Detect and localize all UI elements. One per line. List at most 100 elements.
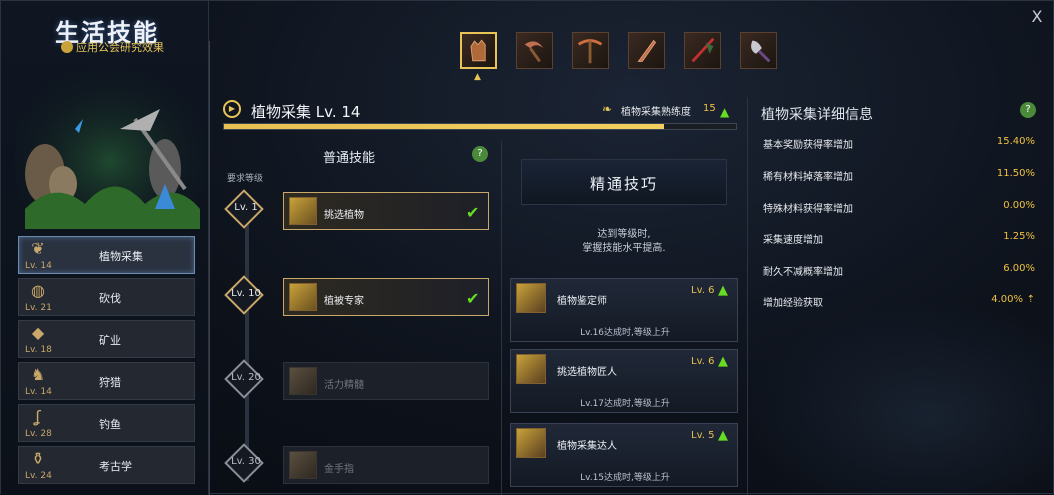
skill-level: Lv. 21 [25, 303, 52, 313]
level-text: Lv. 1 [234, 202, 258, 213]
help-button[interactable]: ? [472, 146, 488, 162]
rod-tool-slot[interactable] [684, 32, 721, 69]
normal-skill-card[interactable]: 挑选植物 ✔ [283, 192, 489, 230]
mastery-card[interactable]: 植物鉴定师 Lv. 6 ▲ Lv.16达成时,等级上升 [510, 278, 738, 342]
mastery-name: 植物鉴定师 [557, 296, 607, 307]
ore-icon: ◆ [31, 323, 45, 342]
level-text: Lv. 10 [231, 288, 261, 299]
gathering-illustration [15, 59, 205, 229]
detail-value: 6.00% [1003, 263, 1035, 274]
flower-icon [516, 428, 546, 458]
pickaxe-icon [577, 39, 603, 64]
guild-research-text: 应用公会研究效果 [76, 41, 164, 54]
up-arrow-icon: ▲ [718, 428, 728, 443]
panel-title: 生活技能 [55, 19, 159, 47]
detail-value: 1.25% [1003, 231, 1035, 242]
detail-value: 4.00% [991, 294, 1023, 305]
detail-label: 特殊材料获得率增加 [763, 204, 853, 215]
skill-tab-gathering[interactable]: ❦ Lv. 14 植物采集 [18, 236, 195, 274]
essence-icon [289, 367, 317, 395]
level-node: Lv. 10 [224, 275, 265, 316]
guild-research-label: 应用公会研究效果 [61, 39, 201, 55]
leaf-icon: ❧ [602, 102, 613, 116]
mastery-level: Lv. 5 [691, 430, 715, 441]
skill-level: Lv. 14 [25, 261, 52, 271]
skill-level: Lv. 18 [25, 345, 52, 355]
level-node: Lv. 1 [224, 189, 265, 230]
normal-skills-title: 普通技能 [322, 151, 375, 166]
divider [209, 41, 210, 495]
detail-value: 11.50% [996, 168, 1035, 179]
skill-tab-fishing[interactable]: ʆ Lv. 28 钓鱼 [18, 404, 195, 442]
mastery-description: 达到等级时, [597, 229, 651, 240]
skill-name: 植物采集 [99, 250, 143, 263]
skill-title: 植物采集 Lv. 14 [251, 103, 361, 121]
normal-skill-card[interactable]: 植被专家 ✔ [283, 278, 489, 316]
skill-level: Lv. 14 [25, 387, 52, 397]
detail-row: 耐久不减概率增加 6.00% [761, 263, 1037, 279]
knife-tool-slot[interactable] [628, 32, 665, 69]
close-button[interactable]: X [1028, 7, 1046, 26]
detail-label: 耐久不减概率增加 [763, 267, 843, 278]
selected-tool-indicator: ▲ [474, 72, 481, 82]
normal-skill-name: 植被专家 [324, 296, 364, 307]
detail-row: 基本奖励获得率增加 15.40% [761, 136, 1037, 152]
detail-label: 基本奖励获得率增加 [763, 140, 853, 151]
knife-icon [637, 39, 657, 62]
skill-name: 考古学 [99, 460, 132, 473]
glove-tool-slot[interactable] [460, 32, 497, 69]
level-node: Lv. 30 [224, 443, 265, 484]
details-title: 植物采集详细信息 [761, 107, 873, 123]
shovel-tool-slot[interactable] [740, 32, 777, 69]
required-level-label: 要求等级 [227, 174, 264, 184]
mastery-name: 植物采集达人 [557, 441, 617, 452]
detail-row: 增加经验获取 4.00% ⇡ [761, 294, 1037, 310]
bonus-arrow-icon: ⇡ [1026, 294, 1035, 305]
mastery-title: 精通技巧 [589, 175, 658, 193]
normal-skill-name: 挑选植物 [324, 210, 364, 221]
experience-bar [223, 123, 737, 130]
divider [747, 97, 748, 495]
check-icon: ✔ [466, 289, 480, 308]
sickle-tool-slot[interactable] [516, 32, 553, 69]
skill-name: 狩猎 [99, 376, 121, 389]
skill-name: 砍伐 [99, 292, 121, 305]
detail-label: 增加经验获取 [763, 298, 823, 309]
detail-row: 特殊材料获得率增加 0.00% [761, 200, 1037, 216]
mastery-level: Lv. 6 [691, 285, 715, 296]
up-arrow-icon: ▲ [718, 283, 728, 298]
proficiency-label: 植物采集熟练度 [621, 107, 691, 118]
up-arrow-icon: ▲ [718, 354, 728, 369]
hunt-icon: ♞ [30, 365, 46, 384]
skill-tab-hunting[interactable]: ♞ Lv. 14 狩猎 [18, 362, 195, 400]
mastery-requirement: Lv.15达成时,等级上升 [580, 473, 670, 483]
shovel-icon: ⚱ [31, 449, 45, 468]
help-button[interactable]: ? [1020, 102, 1036, 118]
level-node: Lv. 20 [224, 359, 265, 400]
life-skill-window: 生活技能 应用公会研究效果 ❦ Lv. 14 植物采集 ◍ Lv. 21 砍伐 … [0, 0, 1054, 495]
tool-bar [460, 32, 777, 72]
skill-tab-logging[interactable]: ◍ Lv. 21 砍伐 [18, 278, 195, 316]
shovel-icon [751, 40, 771, 63]
proficiency-value: 15 [703, 103, 716, 114]
normal-skill-card[interactable]: 金手指 [283, 446, 489, 484]
mastery-card[interactable]: 挑选植物匠人 Lv. 6 ▲ Lv.17达成时,等级上升 [510, 349, 738, 413]
detail-value: 0.00% [1003, 200, 1035, 211]
glove-icon [289, 197, 317, 225]
play-icon[interactable]: ▶ [223, 100, 241, 118]
glove-icon [470, 39, 486, 62]
mastery-name: 挑选植物匠人 [557, 367, 617, 378]
sprout-icon: ❦ [31, 239, 45, 258]
detail-label: 采集速度增加 [763, 235, 823, 246]
skill-tab-archaeology[interactable]: ⚱ Lv. 24 考古学 [18, 446, 195, 484]
pickaxe-tool-slot[interactable] [572, 32, 609, 69]
skill-category-panel: 生活技能 应用公会研究效果 ❦ Lv. 14 植物采集 ◍ Lv. 21 砍伐 … [1, 1, 209, 495]
normal-skill-name: 活力精髓 [324, 380, 364, 391]
mastery-card[interactable]: 植物采集达人 Lv. 5 ▲ Lv.15达成时,等级上升 [510, 423, 738, 487]
identify-plant-icon [516, 283, 546, 313]
detail-label: 稀有材料掉落率增加 [763, 172, 853, 183]
skill-name: 矿业 [99, 334, 121, 347]
detail-row: 采集速度增加 1.25% [761, 231, 1037, 247]
skill-tab-mining[interactable]: ◆ Lv. 18 矿业 [18, 320, 195, 358]
normal-skill-card[interactable]: 活力精髓 [283, 362, 489, 400]
